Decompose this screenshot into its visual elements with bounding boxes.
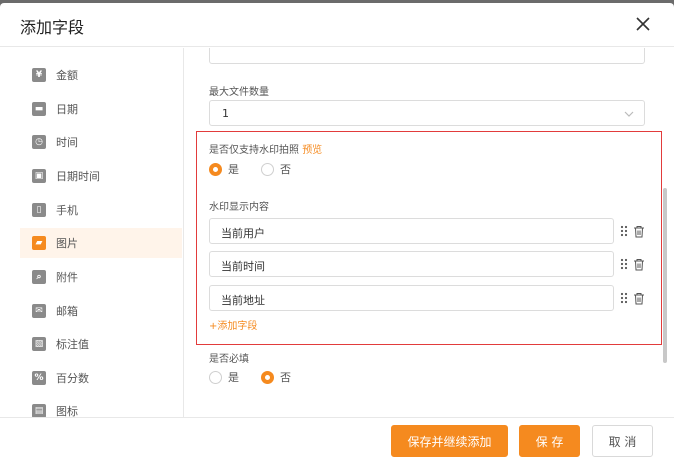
sidebar-item-label: 图片 bbox=[56, 237, 78, 250]
sidebar-item-label: 金额 bbox=[56, 69, 78, 82]
max-files-select[interactable]: 1 bbox=[209, 100, 645, 126]
cancel-button[interactable]: 取 消 bbox=[592, 425, 653, 457]
no-label: 否 bbox=[280, 163, 291, 176]
dialog-title: 添加字段 bbox=[20, 18, 85, 37]
watermark-item-input[interactable]: 当前地址 bbox=[209, 285, 614, 311]
close-icon[interactable] bbox=[634, 15, 652, 33]
sidebar-item-more[interactable]: ▤ 图标 bbox=[20, 396, 182, 417]
watermark-item-input[interactable]: 当前用户 bbox=[209, 218, 614, 244]
delete-icon[interactable] bbox=[633, 258, 645, 271]
watermark-item-text: 当前地址 bbox=[221, 294, 265, 307]
sidebar-item-text-value[interactable]: ▧ 标注值 bbox=[20, 329, 182, 359]
delete-icon[interactable] bbox=[633, 225, 645, 238]
sidebar-item-label: 时间 bbox=[56, 136, 78, 149]
datetime-icon: ▣ bbox=[32, 169, 46, 183]
date-icon: ▬ bbox=[32, 102, 46, 116]
attachment-icon: ⌕ bbox=[32, 270, 46, 284]
sidebar-item-label: 图标 bbox=[56, 405, 78, 417]
watermark-only-radio-group: 是 否 bbox=[209, 161, 291, 177]
sidebar-item-attachment[interactable]: ⌕ 附件 bbox=[20, 262, 182, 292]
no-label: 否 bbox=[280, 371, 291, 384]
field-type-sidebar: ¥ 金额 ▬ 日期 ◷ 时间 ▣ 日期时间 ▯ 手机 ▰ 图片 ⌕ 附件 ✉ 邮 bbox=[0, 48, 184, 417]
watermark-only-text: 是否仅支持水印拍照 bbox=[209, 145, 299, 156]
percent-icon: % bbox=[32, 371, 46, 385]
phone-icon: ▯ bbox=[32, 203, 46, 217]
sidebar-item-label: 附件 bbox=[56, 271, 78, 284]
yes-label: 是 bbox=[228, 163, 239, 176]
watermark-item-text: 当前用户 bbox=[221, 227, 265, 240]
save-and-continue-button[interactable]: 保存并继续添加 bbox=[391, 425, 508, 457]
add-watermark-item-link[interactable]: +添加字段 bbox=[209, 317, 257, 332]
drag-handle-icon[interactable] bbox=[620, 225, 628, 237]
watermark-only-yes-radio[interactable] bbox=[209, 162, 222, 176]
drag-handle-icon[interactable] bbox=[620, 292, 628, 304]
sidebar-item-label: 日期时间 bbox=[56, 170, 100, 183]
sidebar-item-time[interactable]: ◷ 时间 bbox=[20, 127, 182, 157]
sidebar-item-label: 日期 bbox=[56, 103, 78, 116]
sidebar-item-label: 百分数 bbox=[56, 372, 89, 385]
sidebar-item-phone[interactable]: ▯ 手机 bbox=[20, 195, 182, 225]
dialog-footer: 保存并继续添加 保 存 取 消 bbox=[0, 417, 674, 464]
image-icon: ▰ bbox=[32, 236, 46, 250]
watermark-item-text: 当前时间 bbox=[221, 260, 265, 273]
max-files-label: 最大文件数量 bbox=[209, 87, 269, 98]
content-scrollbar[interactable] bbox=[663, 188, 667, 363]
text-value-icon: ▧ bbox=[32, 337, 46, 351]
field-settings-panel: 最大文件数量 1 是否仅支持水印拍照 预览 是 否 水印显示内容 当前用户 当前… bbox=[185, 48, 665, 417]
sidebar-item-label: 标注值 bbox=[56, 338, 89, 351]
add-field-dialog: 添加字段 ¥ 金额 ▬ 日期 ◷ 时间 ▣ 日期时间 ▯ 手机 ▰ 图片 ⌕ 附… bbox=[0, 3, 674, 464]
watermark-item-input[interactable]: 当前时间 bbox=[209, 251, 614, 277]
delete-icon[interactable] bbox=[633, 292, 645, 305]
preview-link[interactable]: 预览 bbox=[302, 145, 322, 156]
clock-icon: ◷ bbox=[32, 135, 46, 149]
required-radio-group: 是 否 bbox=[209, 369, 291, 385]
sidebar-item-label: 邮箱 bbox=[56, 305, 78, 318]
more-icon: ▤ bbox=[32, 404, 46, 417]
sidebar-item-datetime[interactable]: ▣ 日期时间 bbox=[20, 161, 182, 191]
chevron-down-icon bbox=[624, 111, 634, 117]
sidebar-item-percent[interactable]: % 百分数 bbox=[20, 363, 182, 393]
sidebar-item-date[interactable]: ▬ 日期 bbox=[20, 94, 182, 124]
watermark-only-no-radio[interactable] bbox=[261, 162, 274, 176]
required-yes-radio[interactable] bbox=[209, 370, 222, 384]
drag-handle-icon[interactable] bbox=[620, 258, 628, 270]
sidebar-item-amount[interactable]: ¥ 金额 bbox=[20, 60, 182, 90]
watermark-only-label: 是否仅支持水印拍照 预览 bbox=[209, 141, 322, 156]
save-button[interactable]: 保 存 bbox=[519, 425, 580, 457]
email-icon: ✉ bbox=[32, 304, 46, 318]
max-files-value: 1 bbox=[222, 107, 229, 120]
watermark-content-label: 水印显示内容 bbox=[209, 202, 269, 213]
field-input[interactable] bbox=[209, 48, 645, 64]
yes-label: 是 bbox=[228, 371, 239, 384]
sidebar-item-email[interactable]: ✉ 邮箱 bbox=[20, 296, 182, 326]
currency-icon: ¥ bbox=[32, 68, 46, 82]
required-label: 是否必填 bbox=[209, 354, 249, 365]
required-no-radio[interactable] bbox=[261, 370, 274, 384]
sidebar-item-image[interactable]: ▰ 图片 bbox=[20, 228, 182, 258]
sidebar-item-label: 手机 bbox=[56, 204, 78, 217]
dialog-header: 添加字段 bbox=[0, 3, 674, 47]
